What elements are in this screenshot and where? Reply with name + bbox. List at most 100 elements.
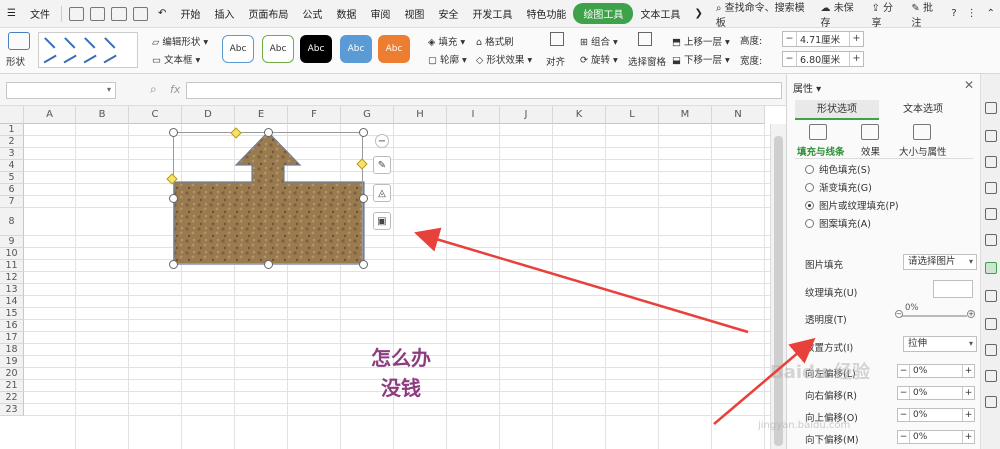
effect-icon[interactable]	[861, 124, 879, 140]
style-icon[interactable]	[985, 156, 997, 168]
tab-formulas[interactable]: 公式	[295, 6, 329, 21]
row-header[interactable]: 6	[0, 184, 24, 196]
menu-icon[interactable]: ☰	[0, 8, 23, 19]
resize-handle[interactable]	[359, 260, 368, 269]
cloud-icon[interactable]	[985, 344, 997, 356]
tab-text-tools[interactable]: 文本工具	[633, 6, 687, 21]
row-header[interactable]: 2	[0, 136, 24, 148]
line-shape[interactable]	[83, 54, 97, 63]
slider-minus-icon[interactable]: −	[895, 310, 903, 318]
resize-handle[interactable]	[169, 194, 178, 203]
tab-home[interactable]: 开始	[173, 6, 207, 21]
backup-icon[interactable]	[985, 370, 997, 382]
column-header[interactable]: G	[341, 106, 394, 124]
tab-features[interactable]: 特色功能	[519, 6, 573, 21]
column-header[interactable]: F	[288, 106, 341, 124]
radio-picture-fill[interactable]: 图片或纹理填充(P)	[805, 198, 975, 212]
line-shape[interactable]	[64, 37, 76, 49]
row-header[interactable]: 3	[0, 148, 24, 160]
increase-button[interactable]: +	[962, 365, 974, 377]
radio-dot-selected[interactable]	[805, 200, 814, 210]
row-header[interactable]: 22	[0, 392, 24, 404]
tab-drawing-tools[interactable]: 绘图工具	[573, 3, 634, 24]
help-icon[interactable]	[985, 396, 997, 408]
row-header[interactable]: 17	[0, 332, 24, 344]
placement-dropdown[interactable]: 拉伸	[903, 336, 977, 352]
row-header[interactable]: 16	[0, 320, 24, 332]
line-shape[interactable]	[63, 54, 77, 63]
tab-data[interactable]: 数据	[329, 6, 363, 21]
tab-view[interactable]: 视图	[397, 6, 431, 21]
select-all-corner[interactable]	[0, 106, 24, 124]
offset-right-value[interactable]: 0%	[910, 387, 962, 399]
row-header[interactable]: 18	[0, 344, 24, 356]
width-increase[interactable]: +	[849, 52, 863, 66]
fill-bucket-icon[interactable]: ◬	[373, 184, 391, 202]
image-icon[interactable]	[985, 318, 997, 330]
resize-handle[interactable]	[264, 128, 273, 137]
column-header[interactable]: A	[24, 106, 76, 124]
column-header[interactable]: L	[606, 106, 659, 124]
fill-line-icon[interactable]	[809, 124, 827, 140]
undo-icon[interactable]: ↶	[151, 8, 173, 19]
grid-icon[interactable]	[985, 208, 997, 220]
row-header[interactable]: 21	[0, 380, 24, 392]
rotate-button[interactable]: ⟳ 旋转 ▾	[580, 52, 618, 66]
table-icon[interactable]	[985, 182, 997, 194]
line-shapes-gallery[interactable]	[38, 32, 138, 68]
line-shape[interactable]	[43, 54, 57, 63]
help-icon[interactable]: ?	[946, 8, 961, 19]
shapes-icon[interactable]	[985, 130, 997, 142]
shape-style-2[interactable]: Abc	[262, 35, 294, 63]
row-header[interactable]: 9	[0, 236, 24, 248]
tab-security[interactable]: 安全	[431, 6, 465, 21]
shape-button[interactable]: 形状	[6, 54, 25, 68]
texture-picker[interactable]	[933, 280, 973, 298]
column-header[interactable]: M	[659, 106, 712, 124]
shape-style-3[interactable]: Abc	[300, 35, 332, 63]
outline-button[interactable]: ▢ 轮廓 ▾	[428, 52, 467, 66]
edit-shape-button[interactable]: ▱ 编辑形状 ▾	[152, 34, 208, 48]
offset-top-stepper[interactable]: −0% +	[897, 408, 975, 422]
row-header[interactable]: 15	[0, 308, 24, 320]
crop-icon[interactable]: ▣	[373, 212, 391, 230]
textbox-button[interactable]: ▭ 文本框 ▾	[152, 52, 200, 66]
row-header[interactable]: 12	[0, 272, 24, 284]
tab-review[interactable]: 审阅	[363, 6, 397, 21]
increase-button[interactable]: +	[962, 387, 974, 399]
column-header[interactable]: D	[182, 106, 235, 124]
size-properties-icon[interactable]	[913, 124, 931, 140]
shape-icon[interactable]	[8, 32, 30, 50]
tab-page-layout[interactable]: 页面布局	[241, 6, 295, 21]
row-header[interactable]: 23	[0, 404, 24, 416]
resize-handle[interactable]	[264, 260, 273, 269]
row-header[interactable]: 4	[0, 160, 24, 172]
tab-shape-options[interactable]: 形状选项	[795, 100, 879, 120]
shape-style-4[interactable]: Abc	[340, 35, 372, 63]
row-header[interactable]: 1	[0, 124, 24, 136]
row-header[interactable]: 10	[0, 248, 24, 260]
search-box[interactable]: ⌕ 查找命令、搜索模板	[710, 0, 816, 29]
offset-left-value[interactable]: 0%	[910, 365, 962, 377]
row-header[interactable]: 8	[0, 208, 24, 236]
chevron-down-icon[interactable]: ▾	[107, 85, 111, 94]
resize-handle[interactable]	[359, 194, 368, 203]
pencil-icon[interactable]: ✎	[373, 156, 391, 174]
radio-dot[interactable]	[805, 164, 814, 174]
offset-top-value[interactable]: 0%	[910, 409, 962, 421]
scroll-thumb[interactable]	[774, 136, 783, 446]
row-header[interactable]: 19	[0, 356, 24, 368]
offset-bottom-value[interactable]: 0%	[910, 431, 962, 443]
column-header[interactable]: K	[553, 106, 606, 124]
name-box[interactable]: ▾	[6, 82, 116, 99]
resize-handle[interactable]	[359, 128, 368, 137]
align-icon[interactable]	[550, 32, 564, 46]
decrease-button[interactable]: −	[898, 387, 910, 399]
decrease-button[interactable]: −	[898, 409, 910, 421]
unsaved-button[interactable]: ☁ 未保存	[816, 0, 867, 29]
slider-plus-icon[interactable]: +	[967, 310, 975, 318]
collapse-ribbon-icon[interactable]: ⌃	[982, 8, 1000, 19]
vertical-scrollbar[interactable]	[770, 124, 786, 449]
offset-right-stepper[interactable]: −0% +	[897, 386, 975, 400]
line-shape[interactable]	[104, 37, 116, 49]
